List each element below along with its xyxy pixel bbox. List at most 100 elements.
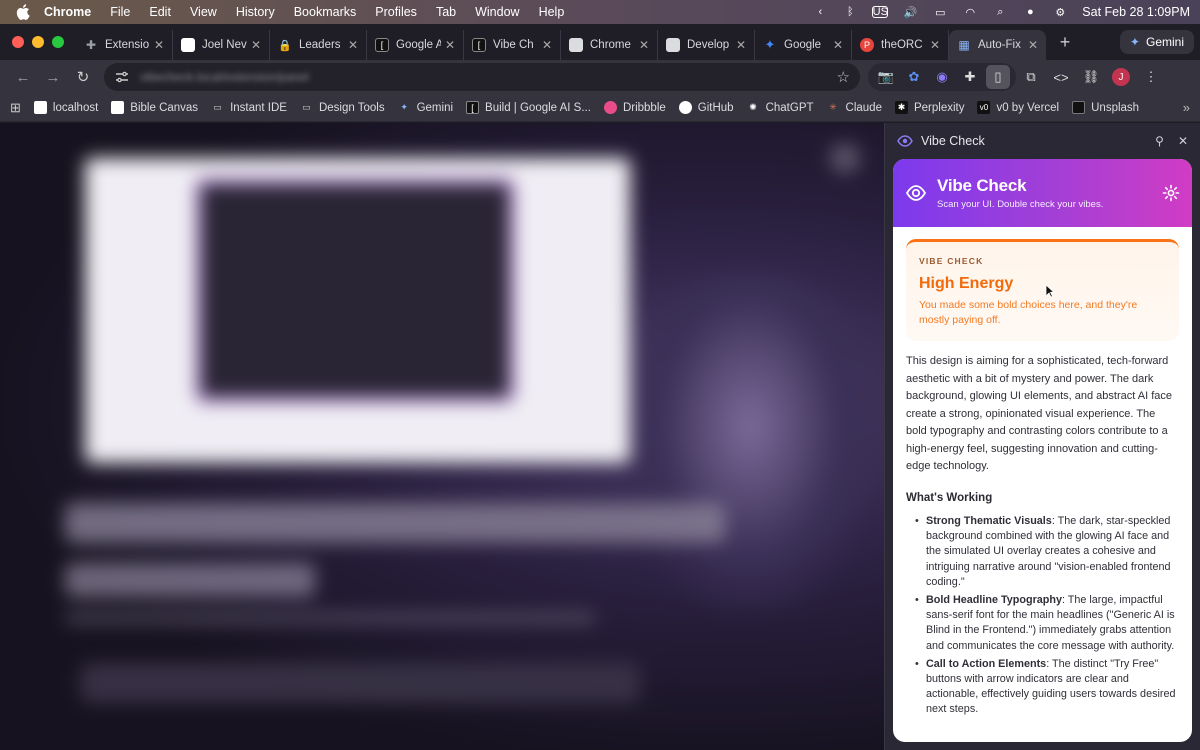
bluetooth-icon[interactable]: ᛒ bbox=[842, 6, 858, 18]
bookmark-star-icon[interactable]: ☆ bbox=[837, 68, 850, 86]
bookmark-unsplash[interactable]: Unsplash bbox=[1072, 101, 1139, 114]
bookmark-dribbble[interactable]: Dribbble bbox=[603, 101, 666, 114]
fullscreen-window-button[interactable] bbox=[52, 36, 64, 48]
bookmark-localhost[interactable]: localhost bbox=[33, 101, 98, 114]
close-tab-icon[interactable]: ✕ bbox=[736, 38, 746, 52]
status-area: ‹ ᛒ US 🔊 ▭ ◠ ⌕ ● ⚙ Sat Feb 28 1:09PM bbox=[812, 5, 1190, 19]
app-name: Vibe Check bbox=[937, 176, 1027, 195]
bookmark-github[interactable]: GitHub bbox=[678, 101, 734, 114]
address-bar[interactable]: vibecheck.local/extension/panel ☆ bbox=[104, 63, 860, 91]
github-icon bbox=[678, 101, 692, 114]
menu-profiles[interactable]: Profiles bbox=[375, 5, 417, 19]
tab-vibe-check[interactable]: [ Vibe Ch ✕ bbox=[464, 30, 561, 60]
input-source-badge[interactable]: US bbox=[872, 6, 889, 18]
mouse-cursor-icon bbox=[1045, 284, 1055, 298]
volume-icon[interactable]: 🔊 bbox=[902, 6, 918, 19]
close-tab-icon[interactable]: ✕ bbox=[542, 38, 552, 52]
tab-label: Vibe Ch bbox=[493, 39, 534, 51]
apple-icon[interactable] bbox=[16, 4, 30, 20]
close-tab-icon[interactable]: ✕ bbox=[348, 38, 358, 52]
back-arrow-icon[interactable]: ← bbox=[8, 63, 38, 91]
gemini-button[interactable]: ✦ Gemini bbox=[1119, 30, 1194, 54]
bookmark-claude[interactable]: ✳ Claude bbox=[827, 101, 882, 114]
link-icon[interactable]: ⛓ bbox=[1076, 63, 1106, 91]
close-tab-icon[interactable]: ✕ bbox=[1028, 38, 1038, 52]
tab-leaders[interactable]: 🔒 Leaders ✕ bbox=[270, 30, 367, 60]
extensions-group: 📷 ✿ ◉ ✚ ▯ bbox=[868, 63, 1016, 91]
tab-joel[interactable]: Joel Nev ✕ bbox=[173, 30, 270, 60]
bookmark-design-tools[interactable]: ▭ Design Tools bbox=[300, 101, 385, 114]
new-tab-button[interactable]: + bbox=[1050, 32, 1080, 53]
blurred-headline bbox=[65, 503, 725, 543]
spotlight-search-icon[interactable]: ⌕ bbox=[992, 6, 1008, 18]
wifi-icon[interactable]: ◠ bbox=[962, 6, 978, 19]
v0-icon: v0 bbox=[977, 101, 991, 114]
bookmark-chatgpt[interactable]: ✺ ChatGPT bbox=[747, 101, 813, 114]
settings-gear-icon[interactable] bbox=[1162, 184, 1180, 202]
bookmark-build-google-ai[interactable]: [Build | Google AI S... bbox=[466, 101, 591, 114]
bookmark-label: Design Tools bbox=[318, 101, 385, 114]
browser-toolbar: ← → ↻ vibecheck.local/extension/panel ☆ … bbox=[0, 60, 1200, 94]
menu-edit[interactable]: Edit bbox=[149, 5, 171, 19]
bookmark-gemini[interactable]: ✦ Gemini bbox=[398, 101, 453, 114]
site-settings-icon[interactable] bbox=[114, 69, 130, 85]
code-icon[interactable]: <> bbox=[1046, 63, 1076, 91]
close-window-button[interactable] bbox=[12, 36, 24, 48]
menubar-clock[interactable]: Sat Feb 28 1:09PM bbox=[1082, 5, 1190, 19]
bookmark-instant-ide[interactable]: ▭ Instant IDE bbox=[211, 101, 287, 114]
camera-icon[interactable]: 📷 bbox=[874, 65, 898, 89]
siri-icon[interactable]: ● bbox=[1022, 6, 1038, 18]
tab-search-icon[interactable]: ⧉ bbox=[1016, 63, 1046, 91]
tab-develop[interactable]: Develop ✕ bbox=[658, 30, 755, 60]
profile-avatar[interactable]: J bbox=[1106, 63, 1136, 91]
tab-theorc[interactable]: P theORC ✕ bbox=[852, 30, 949, 60]
kebab-menu-icon[interactable]: ⋮ bbox=[1136, 63, 1166, 91]
tab-google-ai[interactable]: [ Google A ✕ bbox=[367, 30, 464, 60]
tab-chrome[interactable]: Chrome ✕ bbox=[561, 30, 658, 60]
close-tab-icon[interactable]: ✕ bbox=[639, 38, 649, 52]
close-panel-icon[interactable]: ✕ bbox=[1178, 134, 1188, 148]
battery-icon[interactable]: ▭ bbox=[932, 6, 948, 19]
puzzle-icon[interactable]: ✚ bbox=[958, 65, 982, 89]
tab-auto-fix[interactable]: ▦ Auto-Fix ✕ bbox=[949, 30, 1046, 60]
eye-extension-icon[interactable]: ◉ bbox=[930, 65, 954, 89]
tab-extensions[interactable]: ✚ Extensio ✕ bbox=[76, 30, 173, 60]
bookmark-v0[interactable]: v0 v0 by Vercel bbox=[977, 101, 1059, 114]
close-tab-icon[interactable]: ✕ bbox=[154, 38, 164, 52]
menu-help[interactable]: Help bbox=[539, 5, 565, 19]
menu-file[interactable]: File bbox=[110, 5, 130, 19]
chevron-left-icon[interactable]: ‹ bbox=[812, 6, 828, 18]
folder-icon: ▭ bbox=[213, 102, 222, 112]
eye-icon bbox=[897, 135, 913, 147]
side-panel-icon[interactable]: ▯ bbox=[986, 65, 1010, 89]
control-center-icon[interactable]: ⚙ bbox=[1052, 6, 1068, 19]
extension-blue-icon[interactable]: ✿ bbox=[902, 65, 926, 89]
menu-window[interactable]: Window bbox=[475, 5, 519, 19]
menu-app-chrome[interactable]: Chrome bbox=[44, 5, 91, 19]
forward-arrow-icon[interactable]: → bbox=[38, 63, 68, 91]
close-tab-icon[interactable]: ✕ bbox=[930, 38, 940, 52]
more-bookmarks-icon[interactable]: » bbox=[1183, 100, 1190, 115]
menu-view[interactable]: View bbox=[190, 5, 217, 19]
close-tab-icon[interactable]: ✕ bbox=[833, 38, 843, 52]
close-tab-icon[interactable]: ✕ bbox=[445, 38, 455, 52]
menu-bookmarks[interactable]: Bookmarks bbox=[294, 5, 357, 19]
reload-icon[interactable]: ↻ bbox=[68, 63, 98, 91]
menu-history[interactable]: History bbox=[236, 5, 275, 19]
page-icon bbox=[181, 38, 195, 52]
tab-google[interactable]: ✦ Google ✕ bbox=[755, 30, 852, 60]
unpin-icon[interactable]: ⚲ bbox=[1155, 134, 1164, 148]
web-page-content[interactable] bbox=[0, 123, 884, 750]
minimize-window-button[interactable] bbox=[32, 36, 44, 48]
bookmark-label: GitHub bbox=[697, 101, 734, 114]
tab-label: Chrome bbox=[590, 39, 631, 51]
close-tab-icon[interactable]: ✕ bbox=[251, 38, 261, 52]
apps-grid-icon[interactable]: ⊞ bbox=[10, 100, 21, 116]
bookmark-bible-canvas[interactable]: Bible Canvas bbox=[111, 101, 198, 114]
bookmark-label: Perplexity bbox=[913, 101, 965, 114]
bookmark-perplexity[interactable]: ✱ Perplexity bbox=[894, 101, 965, 114]
header-titles: Vibe Check Scan your UI. Double check yo… bbox=[937, 176, 1162, 210]
summary-text: This design is aiming for a sophisticate… bbox=[906, 355, 1172, 472]
menu-tab[interactable]: Tab bbox=[436, 5, 456, 19]
unsplash-icon bbox=[1072, 101, 1086, 114]
